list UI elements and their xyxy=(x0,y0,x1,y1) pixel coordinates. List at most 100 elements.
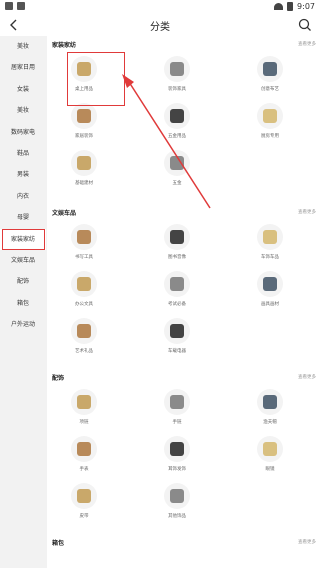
category-item[interactable]: 眼镜 xyxy=(240,436,300,478)
category-item[interactable]: 耳饰发饰 xyxy=(147,436,207,478)
sidebar-item[interactable]: 家装家纺 xyxy=(0,228,46,251)
car-accessory-icon xyxy=(257,224,283,250)
category-section: 配饰 查看更多 项链 手链 渔夫帽 手表 耳饰发饰 眼镜 皮带 其他饰品 xyxy=(47,369,320,519)
category-item[interactable]: 考试必备 xyxy=(147,271,207,313)
category-item[interactable]: 创意布艺 xyxy=(240,56,300,98)
item-image xyxy=(263,109,277,123)
category-item[interactable]: 厨房专用 xyxy=(240,103,300,145)
item-image xyxy=(77,156,91,170)
category-item[interactable]: 基础建材 xyxy=(54,150,114,192)
sidebar-item[interactable]: 母婴 xyxy=(0,207,46,228)
sidebar-item[interactable]: 居家日用 xyxy=(0,57,46,78)
category-item[interactable]: 其他饰品 xyxy=(147,483,207,525)
category-item[interactable]: 艺术礼品 xyxy=(54,318,114,360)
category-item-label: 图书音像 xyxy=(168,255,186,260)
search-icon[interactable] xyxy=(297,17,313,33)
section-title: 文娱车品 xyxy=(52,210,77,217)
bracelet-icon xyxy=(164,389,190,415)
category-item[interactable]: 五金用品 xyxy=(147,103,207,145)
item-image xyxy=(263,230,277,244)
category-item[interactable]: 皮带 xyxy=(54,483,114,525)
category-item[interactable]: 五金 xyxy=(147,150,207,192)
fabric-icon xyxy=(257,56,283,82)
view-more-link[interactable]: 查看更多 xyxy=(298,41,316,47)
sidebar-item[interactable]: 美妆 xyxy=(0,100,46,121)
item-image xyxy=(170,109,184,123)
earring-icon xyxy=(164,436,190,462)
category-item-label: 耳饰发饰 xyxy=(168,467,186,472)
watch-icon xyxy=(71,436,97,462)
category-item[interactable]: 装饰家具 xyxy=(147,56,207,98)
category-item[interactable]: 家居装饰 xyxy=(54,103,114,145)
gift-icon xyxy=(71,318,97,344)
category-item[interactable]: 车饰车品 xyxy=(240,224,300,266)
item-image xyxy=(263,62,277,76)
necklace-icon xyxy=(71,389,97,415)
back-arrow-icon[interactable] xyxy=(7,18,21,32)
sidebar-item[interactable]: 男装 xyxy=(0,164,46,185)
category-item[interactable]: 手链 xyxy=(147,389,207,431)
home-decor-icon xyxy=(71,103,97,129)
view-more-link[interactable]: 查看更多 xyxy=(298,209,316,215)
exam-icon xyxy=(164,271,190,297)
category-item-label: 创意布艺 xyxy=(261,87,279,92)
category-section: 箱包 查看更多 xyxy=(47,534,320,552)
sidebar-item[interactable]: 箱包 xyxy=(0,293,46,314)
item-image xyxy=(263,277,277,291)
sidebar-item[interactable]: 配饰 xyxy=(0,271,46,292)
category-item-label: 手表 xyxy=(79,467,89,472)
sidebar-item[interactable]: 内衣 xyxy=(0,186,46,207)
item-image xyxy=(77,395,91,409)
glasses-icon xyxy=(257,436,283,462)
category-item-label: 基础建材 xyxy=(75,181,93,186)
sidebar-item[interactable]: 文娱车品 xyxy=(0,250,46,271)
sidebar-item[interactable]: 女装 xyxy=(0,79,46,100)
accessory-icon xyxy=(164,483,190,509)
category-item-label: 家居装饰 xyxy=(75,134,93,139)
belt-icon xyxy=(71,483,97,509)
status-time: 9:07 xyxy=(297,2,315,11)
category-item[interactable]: 画具画材 xyxy=(240,271,300,313)
item-image xyxy=(77,277,91,291)
category-item-label: 办公文具 xyxy=(75,302,93,307)
sidebar-item[interactable]: 户外运动 xyxy=(0,314,46,335)
kitchen-icon xyxy=(257,103,283,129)
category-item-label: 眼镜 xyxy=(265,467,275,472)
category-content: 家装家纺 查看更多 桌上用品 装饰家具 创意布艺 家居装饰 五金用品 厨房专用 基础建材 五金 文娱… xyxy=(47,36,320,568)
sidebar-item[interactable]: 鞋品 xyxy=(0,143,46,164)
view-more-link[interactable]: 查看更多 xyxy=(298,374,316,380)
category-item-label: 其他饰品 xyxy=(168,514,186,519)
category-item-label: 厨房专用 xyxy=(261,134,279,139)
annotation-highlight-box xyxy=(67,52,125,106)
item-image xyxy=(77,489,91,503)
sidebar-item[interactable]: 美妆 xyxy=(0,36,46,57)
category-item[interactable]: 项链 xyxy=(54,389,114,431)
tools-icon xyxy=(164,150,190,176)
category-item-label: 考试必备 xyxy=(168,302,186,307)
category-item-label: 画具画材 xyxy=(261,302,279,307)
category-item[interactable]: 渔夫帽 xyxy=(240,389,300,431)
category-item[interactable]: 手表 xyxy=(54,436,114,478)
book-icon xyxy=(164,224,190,250)
sidebar-item[interactable]: 数码家电 xyxy=(0,122,46,143)
decor-furniture-icon xyxy=(164,56,190,82)
category-item-label: 五金 xyxy=(172,181,182,186)
category-item[interactable]: 办公文具 xyxy=(54,271,114,313)
item-image xyxy=(77,324,91,338)
category-item[interactable]: 书写工具 xyxy=(54,224,114,266)
section-title: 箱包 xyxy=(52,540,65,547)
status-right-icons: 9:07 xyxy=(274,2,315,11)
item-image xyxy=(77,109,91,123)
section-title: 配饰 xyxy=(52,375,65,382)
status-left-icons xyxy=(5,2,25,10)
category-item-label: 车载电器 xyxy=(168,349,186,354)
section-header: 箱包 查看更多 xyxy=(47,534,320,552)
view-more-link[interactable]: 查看更多 xyxy=(298,539,316,545)
office-icon xyxy=(71,271,97,297)
pen-icon xyxy=(71,224,97,250)
item-image xyxy=(170,489,184,503)
category-item[interactable]: 图书音像 xyxy=(147,224,207,266)
category-item[interactable]: 车载电器 xyxy=(147,318,207,360)
category-item-label: 项链 xyxy=(79,420,89,425)
item-image xyxy=(170,324,184,338)
